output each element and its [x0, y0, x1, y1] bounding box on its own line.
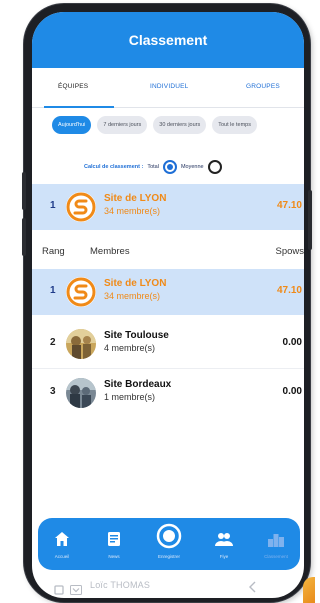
- news-icon: [106, 528, 122, 550]
- period-today-button[interactable]: Aujourd'hui: [52, 116, 92, 134]
- record-icon: [156, 522, 182, 550]
- team-name: Site de LYON: [104, 278, 167, 289]
- team-avatar: [66, 378, 96, 408]
- rank: 1: [50, 200, 56, 211]
- average-option-label: Moyenne: [180, 164, 204, 170]
- score-column-header: Spows: [275, 246, 304, 257]
- nav-news[interactable]: News: [96, 528, 132, 559]
- nav-enregistrer[interactable]: Enregistrer: [151, 522, 187, 559]
- nav-classement[interactable]: Classement: [258, 528, 294, 559]
- bottom-navigation: Accueil News Enregistrer Fiye Classement: [38, 518, 300, 570]
- nav-label: Classement: [264, 554, 288, 559]
- row-divider: [32, 368, 304, 369]
- team-name: Site de LYON: [104, 193, 167, 204]
- team-avatar: [66, 329, 96, 359]
- total-radio[interactable]: [162, 160, 177, 174]
- rank: 3: [50, 386, 56, 397]
- back-icon[interactable]: [248, 580, 258, 598]
- nav-accueil[interactable]: Accueil: [44, 528, 80, 559]
- users-icon: [214, 528, 234, 550]
- team-score: 0.00: [282, 386, 302, 397]
- period-7-days-button[interactable]: 7 derniers jours: [97, 116, 148, 134]
- team-name: Site Bordeaux: [104, 379, 172, 390]
- table-row[interactable]: 3 Site Bordeaux 1 membre(s) 0.00: [32, 370, 304, 416]
- tab-bar: ÉQUIPES INDIVIDUEL GROUPES: [32, 68, 304, 108]
- nav-label: News: [108, 554, 120, 559]
- team-member-count: 34 membre(s): [104, 206, 161, 216]
- nav-label: Accueil: [54, 554, 70, 559]
- volume-down-button: [22, 218, 26, 256]
- nav-fiye[interactable]: Fiye: [206, 528, 242, 559]
- calculation-mode: Calcul de classement : Total Moyenne: [84, 160, 222, 174]
- rank: 1: [50, 285, 56, 296]
- table-row[interactable]: 2 Site Toulouse 4 membre(s) 0.00: [32, 321, 304, 367]
- rank: 2: [50, 337, 56, 348]
- active-tab-indicator: [44, 106, 114, 108]
- app-header: Classement: [32, 12, 304, 68]
- page-title: Classement: [128, 32, 208, 48]
- team-member-count: 34 membre(s): [104, 291, 161, 301]
- decorative-corner: [303, 577, 315, 603]
- tab-individuel[interactable]: INDIVIDUEL: [150, 83, 188, 90]
- nav-label: Fiye: [219, 554, 229, 559]
- period-30-days-button[interactable]: 30 derniers jours: [153, 116, 207, 134]
- team-name: Site Toulouse: [104, 330, 169, 341]
- team-score: 0.00: [282, 337, 302, 348]
- period-filter: Aujourd'hui 7 derniers jours 30 derniers…: [52, 116, 257, 134]
- table-header: Rang Membres Spows: [32, 242, 304, 262]
- total-option-label: Total: [147, 164, 159, 170]
- rank-column-header: Rang: [42, 246, 65, 257]
- tab-equipes[interactable]: ÉQUIPES: [58, 83, 88, 90]
- team-score: 47.10: [276, 285, 302, 296]
- members-column-header: Membres: [90, 246, 130, 257]
- team-logo: [66, 192, 96, 222]
- calculation-label: Calcul de classement :: [84, 164, 144, 170]
- team-score: 47.10: [276, 200, 302, 211]
- volume-up-button: [22, 172, 26, 210]
- team-logo: [66, 277, 96, 307]
- team-member-count: 1 membre(s): [104, 392, 156, 402]
- period-all-time-button[interactable]: Tout le temps: [212, 116, 257, 134]
- my-team-row[interactable]: 1 Site de LYON 34 membre(s) 47.10: [32, 184, 304, 230]
- recent-apps-icon[interactable]: [54, 582, 64, 598]
- system-navigation-bar: Loïc THOMAS: [32, 576, 304, 598]
- dropdown-icon[interactable]: [70, 582, 82, 598]
- tab-groupes[interactable]: GROUPES: [246, 83, 280, 90]
- home-icon: [54, 528, 70, 550]
- average-radio[interactable]: [207, 160, 222, 174]
- ranking-icon: [267, 528, 285, 550]
- table-row[interactable]: 1 Site de LYON 34 membre(s) 47.10: [32, 269, 304, 315]
- user-name-watermark: Loïc THOMAS: [90, 580, 151, 590]
- nav-label: Enregistrer: [157, 554, 180, 559]
- power-button: [308, 190, 312, 250]
- app-screen: Classement ÉQUIPES INDIVIDUEL GROUPES Au…: [32, 12, 304, 598]
- team-member-count: 4 membre(s): [104, 343, 156, 353]
